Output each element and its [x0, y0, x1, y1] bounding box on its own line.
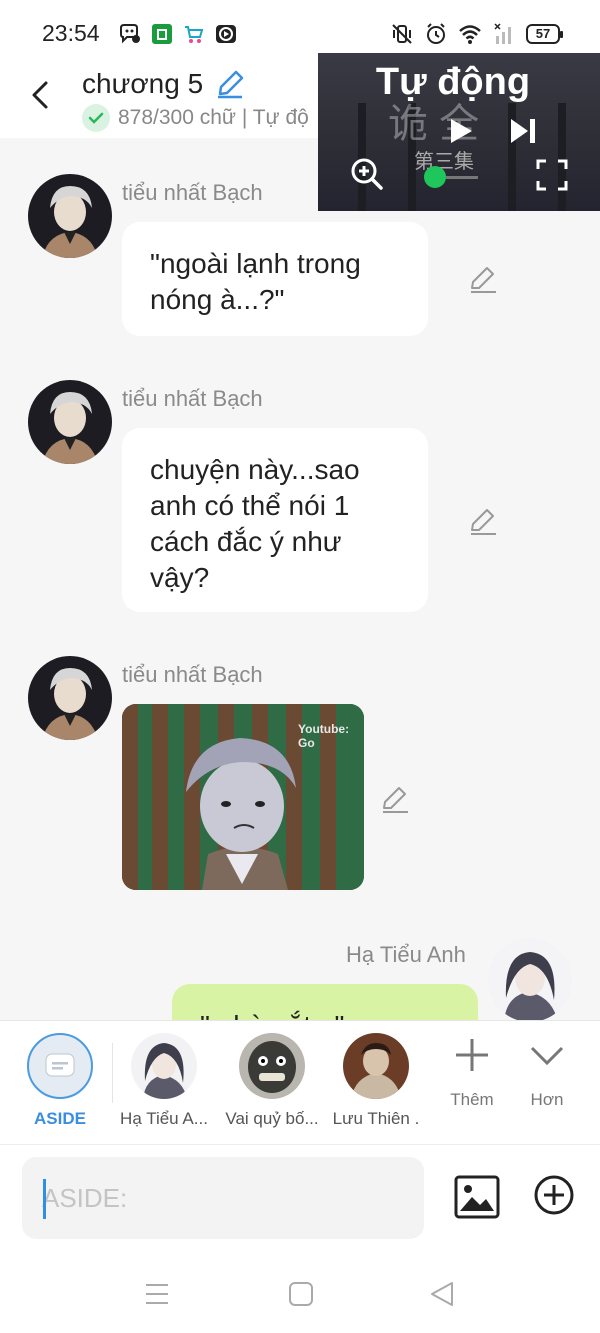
sender-name: tiểu nhất Bạch	[122, 662, 263, 687]
message-bubble[interactable]: "ngoài lạnh trong nóng à...?"	[122, 222, 428, 336]
message-text: "...hà...ắt..."	[200, 1010, 344, 1020]
input-area	[0, 1144, 600, 1254]
sender-name: tiểu nhất Bạch	[122, 180, 263, 205]
plus-icon	[456, 1039, 488, 1071]
message-image[interactable]: Youtube: Go	[122, 704, 364, 890]
status-time: 23:54	[42, 20, 100, 46]
character-avatar	[131, 1033, 197, 1099]
word-count-status: 878/300 chữ | Tự độ	[82, 104, 309, 132]
character-label: Hạ Tiểu A...	[120, 1109, 208, 1128]
play-box-icon	[216, 25, 236, 43]
edit-message-icon[interactable]	[468, 264, 498, 294]
wifi-icon	[459, 25, 481, 44]
character-selector: ASIDE Hạ Tiểu A... Vai quỷ bố... Lưu Thi…	[0, 1020, 600, 1144]
message-text: "ngoài lạnh trong nóng à...?"	[150, 248, 361, 315]
character-aside[interactable]: ASIDE	[10, 1033, 110, 1129]
message-text: chuyện này...sao anh có thể nói 1 cách đ…	[150, 454, 360, 593]
menu-icon[interactable]	[142, 1279, 172, 1309]
shop-icon	[152, 24, 172, 44]
system-nav-bar	[0, 1254, 600, 1333]
signal-icon	[494, 23, 511, 44]
sender-name: tiểu nhất Bạch	[122, 386, 263, 411]
edit-message-icon[interactable]	[380, 784, 410, 814]
status-system-icons: 57	[390, 22, 563, 46]
battery-icon: 57	[526, 24, 563, 44]
battery-level: 57	[535, 26, 551, 41]
character-label: ASIDE	[34, 1109, 86, 1128]
mute-vibrate-icon	[392, 24, 412, 44]
character-label: Lưu Thiên .	[332, 1109, 420, 1128]
character-avatar	[343, 1033, 409, 1099]
messenger-icon	[120, 24, 140, 44]
image-icon[interactable]	[454, 1175, 500, 1219]
avatar[interactable]	[28, 656, 112, 740]
chevron-down-icon	[530, 1046, 564, 1066]
home-icon[interactable]	[286, 1279, 316, 1309]
back-icon[interactable]	[428, 1279, 458, 1309]
divider	[112, 1043, 113, 1103]
chat-messages[interactable]: tiểu nhất Bạch "ngoài lạnh trong nóng à.…	[0, 138, 600, 1020]
character-avatar	[239, 1033, 305, 1099]
edit-title-icon[interactable]	[214, 68, 246, 100]
aside-avatar	[27, 1033, 93, 1099]
message-bubble-own[interactable]: "...hà...ắt..."	[172, 984, 478, 1020]
character-luu-thien[interactable]: Lưu Thiên .	[326, 1033, 426, 1129]
text-caret	[43, 1179, 46, 1219]
avatar[interactable]	[28, 380, 112, 464]
avatar[interactable]	[28, 174, 112, 258]
alarm-icon	[427, 23, 445, 44]
status-notification-icons	[118, 22, 238, 46]
character-vai-quy[interactable]: Vai quỷ bố...	[222, 1033, 322, 1129]
message-bubble[interactable]: chuyện này...sao anh có thể nói 1 cách đ…	[122, 428, 428, 612]
add-circle-icon[interactable]	[534, 1175, 574, 1215]
collapse-label: Hơn	[530, 1090, 564, 1109]
collapse-button[interactable]: Hơn	[512, 1037, 582, 1110]
message-input[interactable]	[22, 1157, 424, 1239]
check-circle-icon	[82, 104, 110, 132]
avatar[interactable]	[488, 938, 572, 1020]
chapter-title[interactable]: chương 5	[82, 68, 203, 100]
chat-bubble-icon	[45, 1053, 75, 1077]
character-ha-tieu-anh[interactable]: Hạ Tiểu A...	[114, 1033, 214, 1129]
character-label: Vai quỷ bố...	[225, 1109, 319, 1128]
image-watermark: Youtube: Go	[298, 722, 350, 750]
cart-icon	[185, 26, 204, 43]
edit-message-icon[interactable]	[468, 506, 498, 536]
word-count-text: 878/300 chữ | Tự độ	[118, 106, 309, 129]
add-character-button[interactable]: Thêm	[437, 1037, 507, 1110]
back-arrow-icon[interactable]	[26, 80, 56, 110]
video-overlay-title: Tự động	[375, 61, 531, 103]
add-character-label: Thêm	[450, 1090, 494, 1109]
sender-name: Hạ Tiểu Anh	[346, 942, 466, 967]
